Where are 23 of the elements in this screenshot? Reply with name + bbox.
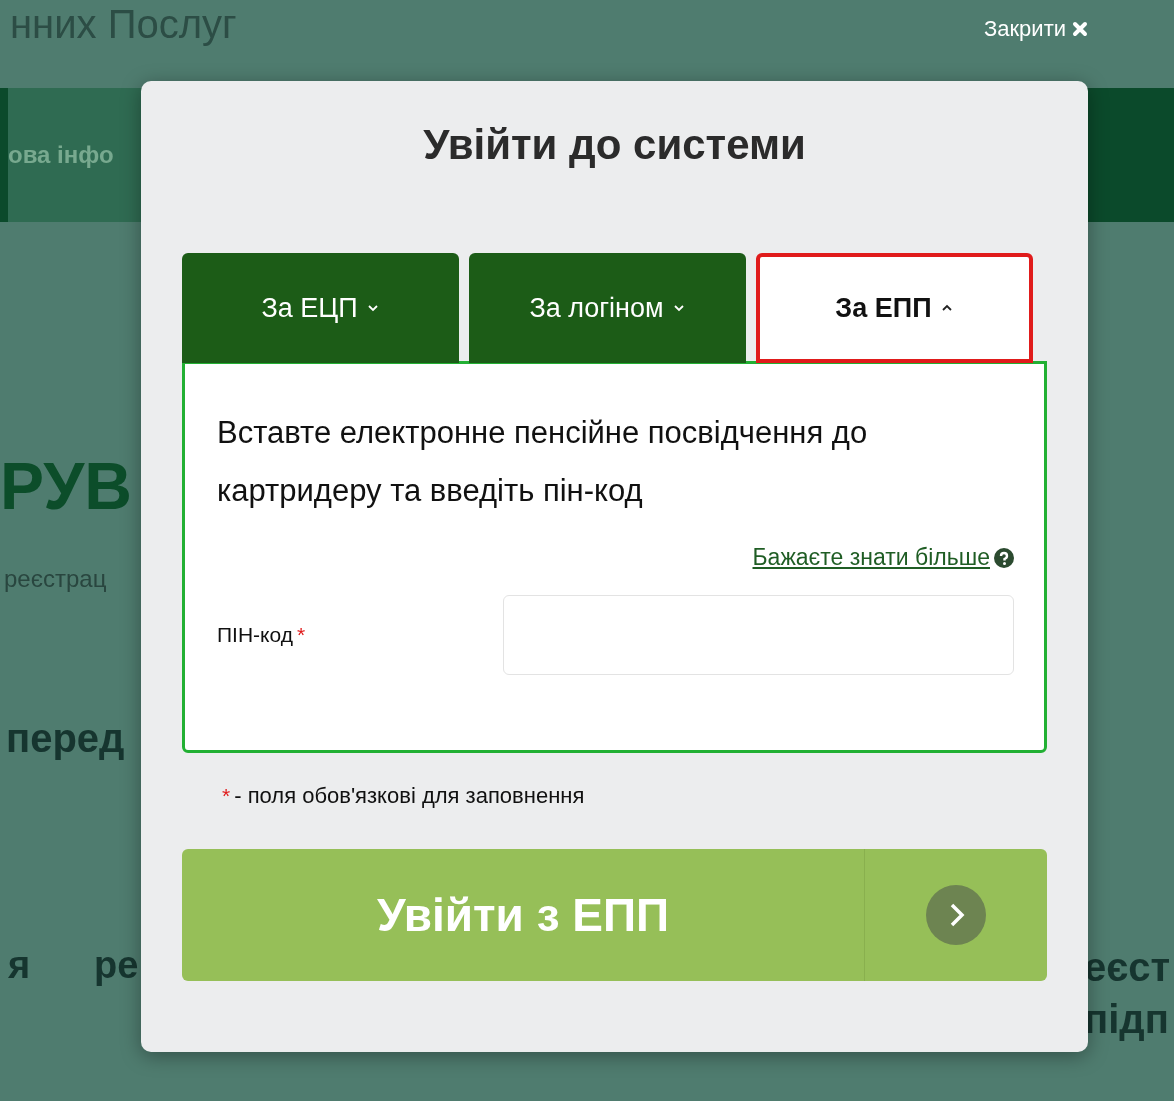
close-icon (1072, 21, 1088, 37)
required-note: - поля обов'язкові для заповнення (234, 783, 585, 809)
pin-field[interactable] (503, 595, 1014, 675)
pin-label: ПІН-код (217, 623, 293, 647)
required-mark: * (222, 784, 231, 808)
login-tab[interactable]: За ЕПП (756, 253, 1033, 363)
caret-icon (365, 303, 380, 313)
login-tab[interactable]: За ЕЦП (182, 253, 459, 363)
close-button[interactable]: Закрити (983, 16, 1088, 42)
section-text: підп (1084, 997, 1169, 1042)
instruction-text: Вставте електронне пенсійне посвідчення до картридеру та введіть пін-код (217, 414, 869, 510)
login-tab[interactable]: За логіном (469, 253, 746, 363)
dialog-title: Увійти до системи (422, 121, 807, 170)
section-text: еєст (1084, 945, 1171, 990)
arrow-right-icon (926, 885, 986, 945)
required-mark: * (297, 623, 306, 647)
caret-icon (671, 303, 686, 313)
section-text: ре (94, 944, 139, 987)
page-heading: РУВ (0, 448, 132, 524)
help-icon (994, 547, 1014, 568)
section-text: я (8, 944, 31, 987)
help-link[interactable]: Бажаєте знати більше (752, 544, 990, 571)
section-heading: перед (6, 716, 125, 761)
